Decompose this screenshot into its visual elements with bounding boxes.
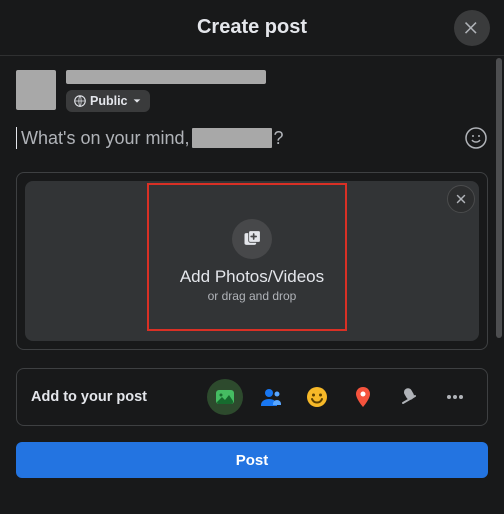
emoji-picker-button[interactable] — [464, 126, 488, 150]
upload-title: Add Photos/Videos — [180, 267, 324, 287]
audience-selector-button[interactable]: Public — [66, 90, 150, 112]
microphone-icon — [397, 385, 421, 409]
close-dialog-button[interactable] — [454, 10, 490, 46]
photo-add-icon — [242, 229, 262, 249]
post-button[interactable]: Post — [16, 442, 488, 478]
text-caret — [16, 127, 17, 149]
audience-label: Public — [90, 94, 128, 108]
check-in-icon — [351, 385, 375, 409]
composer-placeholder: What's on your mind, ? — [16, 127, 284, 149]
microphone-button[interactable] — [391, 379, 427, 415]
globe-icon — [74, 95, 86, 107]
author-section: Public — [0, 56, 504, 118]
close-icon — [462, 18, 482, 38]
dialog-title: Create post — [197, 16, 307, 39]
more-options-button[interactable] — [437, 379, 473, 415]
feeling-activity-button[interactable] — [299, 379, 335, 415]
avatar — [16, 70, 56, 110]
add-to-post-row: Add to your post — [16, 368, 488, 426]
tag-people-icon — [259, 385, 283, 409]
remove-media-upload-button[interactable] — [447, 185, 475, 213]
smiley-icon — [464, 126, 488, 150]
scrollbar[interactable] — [496, 58, 502, 338]
more-icon — [443, 385, 467, 409]
author-name-redacted — [66, 70, 266, 84]
media-upload-container: Add Photos/Videos or drag and drop — [16, 172, 488, 350]
feeling-icon — [305, 385, 329, 409]
caret-down-icon — [132, 96, 142, 106]
photo-video-button[interactable] — [207, 379, 243, 415]
upload-subtitle: or drag and drop — [208, 289, 297, 303]
attachment-icons — [207, 379, 473, 415]
post-button-label: Post — [236, 452, 269, 469]
media-upload-dropzone[interactable]: Add Photos/Videos or drag and drop — [25, 181, 479, 341]
check-in-button[interactable] — [345, 379, 381, 415]
close-icon — [454, 192, 468, 206]
add-media-icon-circle — [232, 219, 272, 259]
composer[interactable]: What's on your mind, ? — [0, 118, 504, 154]
tag-people-button[interactable] — [253, 379, 289, 415]
add-to-post-label: Add to your post — [31, 389, 147, 405]
dialog-header: Create post — [0, 0, 504, 56]
photo-video-icon — [213, 385, 237, 409]
username-redacted — [192, 128, 272, 148]
